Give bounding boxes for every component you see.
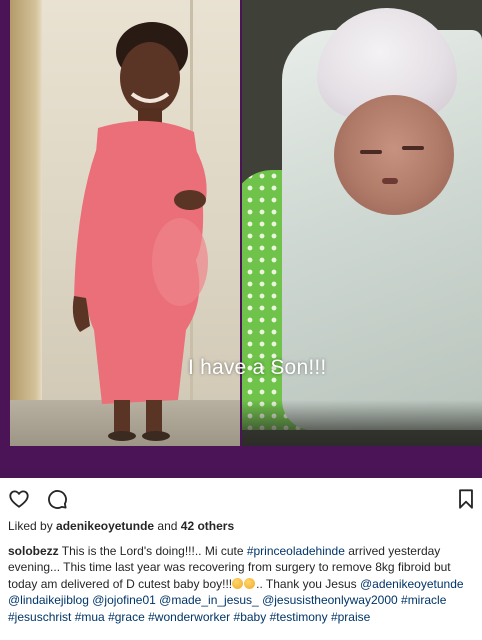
likes-others-link[interactable]: 42 others: [181, 519, 234, 533]
comment-icon[interactable]: [46, 488, 68, 510]
heart-icon[interactable]: [8, 488, 30, 510]
likes-prefix: Liked by: [8, 519, 53, 533]
post-caption: solobezz This is the Lord's doing!!!.. M…: [8, 543, 476, 625]
hashtag-link[interactable]: #miracle: [401, 593, 446, 607]
caption-text: .. Thank you Jesus: [256, 576, 360, 591]
hashtag-link[interactable]: #grace: [108, 610, 145, 624]
smiling-face-emoji-icon: [244, 577, 256, 589]
smiling-face-emoji-icon: [232, 577, 244, 589]
caption-username[interactable]: solobezz: [8, 544, 59, 558]
mention-link[interactable]: @made_in_jesus_: [159, 593, 259, 607]
mention-link[interactable]: @adenikeoyetunde: [360, 577, 464, 591]
shadow-bottom: [242, 400, 482, 446]
post-image[interactable]: I have a Son!!!: [0, 0, 482, 478]
mention-link[interactable]: @jojofine01: [92, 593, 156, 607]
likes-summary: Liked by adenikeoyetunde and 42 others: [8, 519, 234, 533]
hashtag-link[interactable]: #mua: [75, 610, 105, 624]
baby-face: [334, 95, 454, 215]
likes-conjunction: and: [157, 519, 178, 533]
bookmark-icon[interactable]: [455, 488, 477, 510]
hashtag-link[interactable]: #baby: [234, 610, 267, 624]
mention-link[interactable]: @jesusistheonlyway2000: [262, 593, 398, 607]
hashtag-link[interactable]: #praise: [331, 610, 370, 624]
baby-mouth: [382, 178, 398, 184]
hashtag-link[interactable]: #wonderworker: [148, 610, 230, 624]
baby-eye-left: [360, 150, 382, 154]
caption-text: This is the Lord's doing!!!.. Mi cute: [58, 544, 247, 558]
baby-eye-right: [402, 146, 424, 150]
mention-link[interactable]: @lindaikejiblog: [8, 593, 89, 607]
action-bar: [0, 478, 482, 516]
image-overlay-text: I have a Son!!!: [188, 356, 327, 379]
liked-by-user-link[interactable]: adenikeoyetunde: [56, 519, 154, 533]
hashtag-link[interactable]: #testimony: [270, 610, 328, 624]
hashtag-link[interactable]: #jesuschrist: [8, 610, 71, 624]
hashtag-link[interactable]: #princeoladehinde: [247, 544, 345, 558]
